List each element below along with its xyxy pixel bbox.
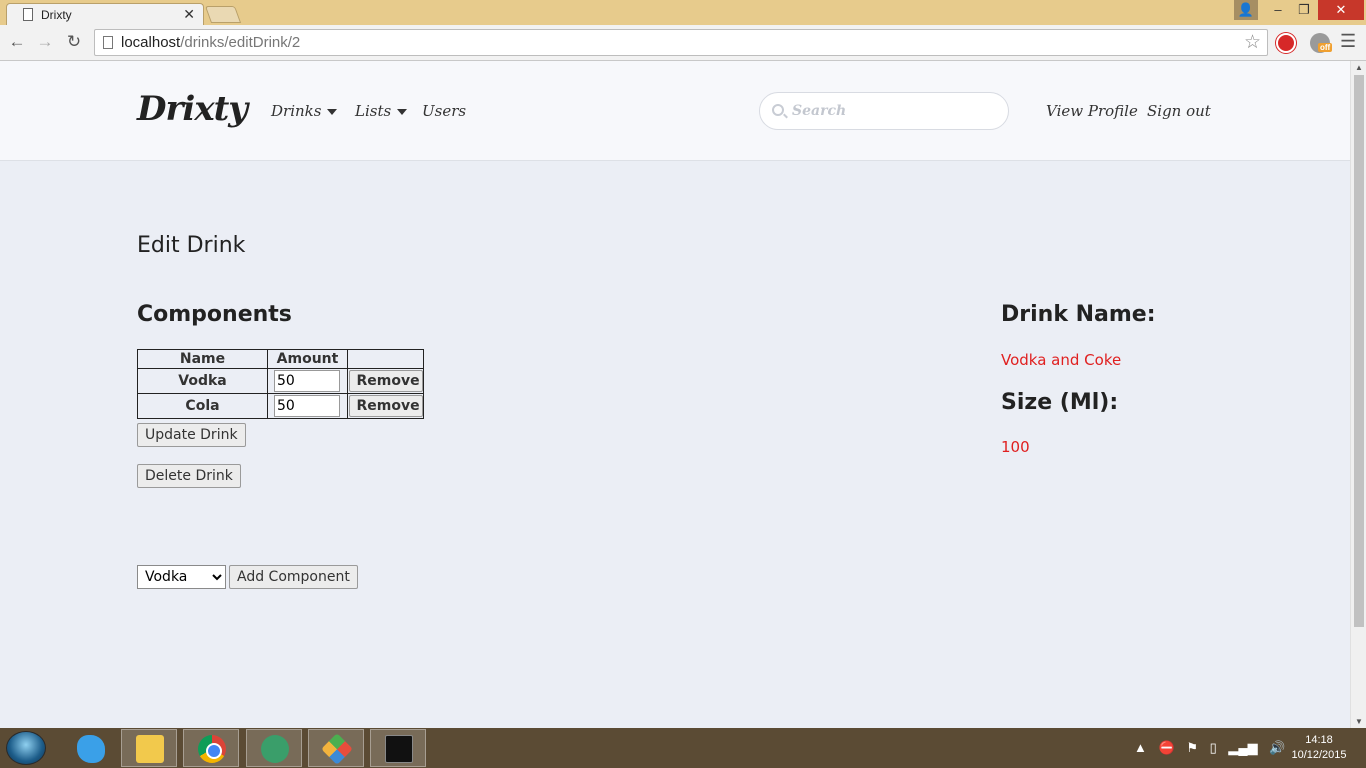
extension-off-badge: off [1318,43,1333,52]
antivirus-icon[interactable]: ⛔ [1159,740,1175,755]
folder-icon [136,735,164,763]
remove-button[interactable]: Remove [348,395,423,417]
amount-input[interactable] [274,370,340,392]
drink-name-label: Drink Name: [1001,302,1156,327]
component-action-cell: Remove [347,368,424,394]
components-table: Name Amount Vodka Remove Cola Remove [137,349,424,419]
size-value: 100 [1001,438,1030,456]
column-header-action [347,349,424,369]
update-drink-button[interactable]: Update Drink [137,423,246,447]
page-title: Edit Drink [137,233,246,258]
taskbar-ie-icon[interactable] [62,729,118,767]
component-select[interactable]: Vodka [137,565,226,589]
nav-view-profile-link[interactable]: View Profile [1046,102,1138,120]
taskbar-cmd-icon[interactable] [370,729,426,767]
browser-tab[interactable]: Drixty ✕ [6,3,204,26]
component-name: Cola [137,393,268,419]
network-icon[interactable]: ▂▄▆ [1228,740,1257,755]
battery-icon[interactable]: ▯ [1210,740,1217,755]
site-header: Drixty Drinks Lists Users View Profile S… [0,61,1350,161]
taskbar-clock[interactable]: 14:18 10/12/2015 [1288,733,1350,763]
browser-titlebar: Drixty ✕ 👤 – ❐ ✕ [0,0,1366,26]
maximize-button[interactable]: ❐ [1292,0,1316,20]
nav-sign-out-link[interactable]: Sign out [1147,102,1211,120]
extension-gear-icon[interactable]: off [1310,33,1333,53]
size-label: Size (Ml): [1001,390,1119,415]
atom-icon [261,735,289,763]
flag-icon[interactable]: ⚑ [1186,740,1198,755]
nav-drinks-dropdown[interactable]: Drinks [271,102,338,120]
component-amount-cell [267,368,348,394]
caret-down-icon [327,109,338,115]
scrollbar-thumb[interactable] [1354,75,1364,627]
nav-lists-dropdown[interactable]: Lists [355,102,408,120]
browser-menu-icon[interactable]: ☰ [1340,31,1356,52]
drink-name-value: Vodka and Coke [1001,351,1122,369]
nav-lists-label: Lists [355,102,392,120]
volume-icon[interactable]: 🔊 [1269,740,1285,755]
tab-close-icon[interactable]: ✕ [183,6,195,23]
page-favicon-icon [23,8,33,21]
component-name: Vodka [137,368,268,394]
clock-time: 14:18 [1305,734,1333,746]
column-header-name: Name [137,349,268,369]
search-input[interactable] [792,101,992,121]
amount-input[interactable] [274,395,340,417]
page-icon [103,36,113,49]
start-button-icon[interactable] [6,731,46,765]
os-taskbar: ▲ ⛔ ⚑ ▯ ▂▄▆ 🔊 14:18 10/12/2015 [0,728,1366,768]
column-header-amount: Amount [267,349,348,369]
forward-arrow-icon[interactable]: → [34,31,56,53]
back-arrow-icon[interactable]: ← [6,31,28,53]
table-row: Cola Remove [137,393,424,419]
taskbar-chrome-icon[interactable] [183,729,239,767]
scroll-down-icon[interactable]: ▼ [1355,717,1363,726]
git-icon [321,733,353,765]
tab-title: Drixty [41,8,72,22]
taskbar-explorer-icon[interactable] [121,729,177,767]
vertical-scrollbar[interactable]: ▲ ▼ [1350,61,1366,728]
new-tab-button[interactable] [204,6,242,23]
caret-down-icon [397,109,408,115]
page-viewport: Drixty Drinks Lists Users View Profile S… [0,61,1350,728]
url-host: localhost [121,34,181,51]
nav-drinks-label: Drinks [271,102,322,120]
taskbar-atom-icon[interactable] [246,729,302,767]
delete-drink-button[interactable]: Delete Drink [137,464,241,488]
bookmark-star-icon[interactable]: ☆ [1244,31,1261,54]
ie-icon [77,735,105,763]
component-amount-cell [267,393,348,419]
minimize-button[interactable]: – [1266,0,1290,20]
system-tray: ▲ ⛔ ⚑ ▯ ▂▄▆ 🔊 [1134,740,1293,756]
add-component-button[interactable]: Add Component [229,565,358,589]
search-icon [772,104,784,116]
url-text[interactable]: localhost/drinks/editDrink/2 [121,34,300,51]
address-bar[interactable]: localhost/drinks/editDrink/2 ☆ [94,29,1268,56]
scroll-up-icon[interactable]: ▲ [1355,63,1363,72]
extension-stop-icon[interactable] [1276,33,1296,53]
url-path: /drinks/editDrink/2 [180,34,301,51]
taskbar-git-icon[interactable] [308,729,364,767]
browser-toolbar: ← → ↻ localhost/drinks/editDrink/2 ☆ off… [0,25,1366,61]
chrome-icon [198,735,226,763]
tray-expand-icon[interactable]: ▲ [1134,740,1147,755]
nav-users-link[interactable]: Users [422,102,466,120]
window-close-button[interactable]: ✕ [1318,0,1364,20]
terminal-icon [385,735,413,763]
reload-icon[interactable]: ↻ [63,31,85,53]
main-content: Edit Drink Components Name Amount Vodka … [0,161,1350,728]
clock-date: 10/12/2015 [1291,749,1347,761]
remove-button[interactable]: Remove [348,370,423,392]
site-logo[interactable]: Drixty [137,89,248,129]
search-box[interactable] [759,92,1009,130]
components-heading: Components [137,302,292,327]
table-row: Vodka Remove [137,368,424,394]
table-header-row: Name Amount [137,349,424,369]
user-profile-icon[interactable]: 👤 [1234,0,1258,20]
component-action-cell: Remove [347,393,424,419]
